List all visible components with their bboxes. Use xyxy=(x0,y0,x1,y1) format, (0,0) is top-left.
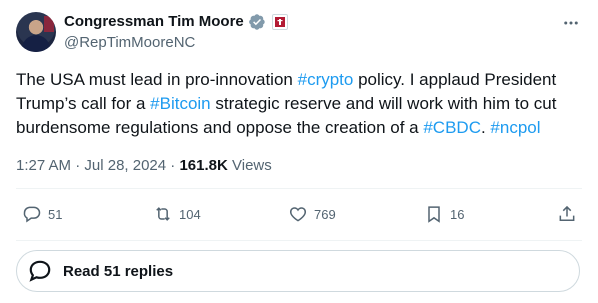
hashtag-link[interactable]: #ncpol xyxy=(490,118,540,137)
divider xyxy=(16,240,582,241)
read-replies-label: Read 51 replies xyxy=(63,262,174,280)
author-avatar[interactable] xyxy=(16,12,56,52)
tweet-text: The USA must lead in pro-innovation #cry… xyxy=(16,68,582,140)
hashtag-link[interactable]: #Bitcoin xyxy=(150,94,210,113)
tweet-text-segment: . xyxy=(480,118,491,137)
tweet-time[interactable]: 1:27 AM xyxy=(16,157,71,174)
more-options-icon[interactable] xyxy=(560,12,582,34)
like-count: 769 xyxy=(314,206,336,222)
author-name-row: Congressman Tim Moore xyxy=(64,12,288,32)
views-count: 161.8K xyxy=(179,157,228,174)
bookmark-button[interactable]: 16 xyxy=(424,204,464,224)
speech-bubble-icon xyxy=(29,260,51,282)
hashtag-link[interactable]: #CBDC xyxy=(423,118,481,137)
tweet-actions: 51 104 769 16 xyxy=(0,204,598,230)
repost-icon xyxy=(156,207,170,221)
hashtag-link[interactable]: #crypto xyxy=(298,70,354,89)
read-replies-button[interactable]: Read 51 replies xyxy=(16,250,580,292)
reply-icon xyxy=(23,206,41,223)
repost-button[interactable]: 104 xyxy=(153,204,201,224)
repost-count: 104 xyxy=(179,206,201,222)
tweet-text-segment: The USA must lead in pro-innovation xyxy=(16,70,298,89)
reply-button[interactable]: 51 xyxy=(22,204,62,224)
like-icon xyxy=(289,207,307,222)
affiliate-logo-icon[interactable] xyxy=(271,14,288,30)
bookmark-icon xyxy=(428,206,440,223)
author-display-name[interactable]: Congressman Tim Moore xyxy=(64,12,244,32)
reply-count: 51 xyxy=(48,206,63,222)
tweet-date[interactable]: Jul 28, 2024 xyxy=(84,157,166,174)
share-icon xyxy=(559,205,575,221)
share-button[interactable] xyxy=(557,204,577,224)
meta-separator: · xyxy=(75,157,85,174)
views-label: Views xyxy=(232,157,272,174)
tweet-meta: 1:27 AM · Jul 28, 2024 · 161.8K Views xyxy=(16,156,272,176)
bookmark-count: 16 xyxy=(450,206,465,222)
like-button[interactable]: 769 xyxy=(288,204,336,224)
author-handle[interactable]: @RepTimMooreNC xyxy=(64,33,195,53)
divider xyxy=(16,188,582,189)
verified-badge-icon xyxy=(248,14,265,30)
